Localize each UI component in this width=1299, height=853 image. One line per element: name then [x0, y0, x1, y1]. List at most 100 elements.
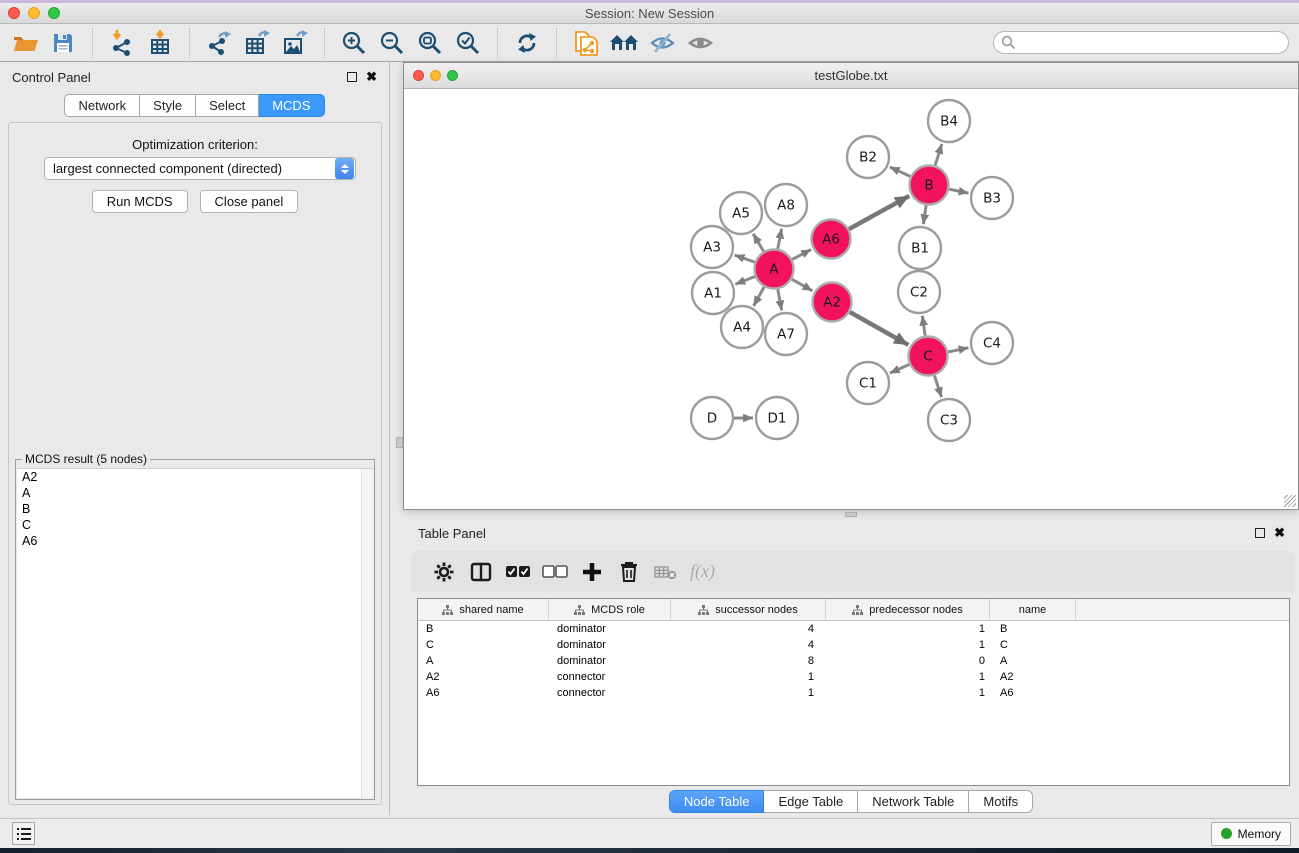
network-window-titlebar[interactable]: testGlobe.txt [404, 63, 1298, 89]
graph-edge-C-C1[interactable] [890, 364, 909, 373]
network-window-title: testGlobe.txt [404, 68, 1298, 83]
table-row[interactable]: A6 connector 1 1 A6 [418, 685, 1289, 701]
column-header-name[interactable]: name [990, 599, 1076, 621]
column-header-successor-nodes[interactable]: successor nodes [671, 599, 826, 621]
task-history-list-icon[interactable] [12, 822, 35, 845]
network-traffic-lights [413, 70, 458, 81]
column-header-mcds-role[interactable]: MCDS role [549, 599, 671, 621]
tab-motifs[interactable]: Motifs [969, 790, 1033, 813]
table-row[interactable]: A dominator 8 0 A [418, 653, 1289, 669]
network-graph[interactable]: AA1A2A3A4A5A6A7A8BB1B2B3B4CC1C2C3C4DD1 [405, 90, 1298, 509]
zoom-fit-icon[interactable] [411, 27, 449, 59]
search-input[interactable] [993, 31, 1289, 54]
memory-button[interactable]: Memory [1211, 822, 1291, 846]
scrollbar-track[interactable] [361, 469, 373, 798]
graph-edge-A-A7[interactable] [778, 289, 782, 310]
close-panel-icon[interactable]: ✖ [366, 72, 377, 82]
tab-style[interactable]: Style [140, 94, 196, 117]
graph-edge-C-C4[interactable] [948, 348, 968, 352]
show-eye-icon[interactable] [681, 27, 719, 59]
graph-node-label: B4 [940, 114, 958, 130]
import-table-icon[interactable] [141, 27, 179, 59]
save-icon[interactable] [44, 27, 82, 59]
hide-eye-icon[interactable] [643, 27, 681, 59]
show-column-icon[interactable] [462, 555, 499, 589]
optimization-criterion-label: Optimization criterion: [9, 137, 381, 152]
zoom-out-icon[interactable] [373, 27, 411, 59]
window-resize-grip[interactable] [1284, 495, 1296, 507]
table-row[interactable]: C dominator 4 1 C [418, 637, 1289, 653]
import-network-icon[interactable] [103, 27, 141, 59]
unselect-all-columns-icon[interactable] [536, 555, 573, 589]
table-row[interactable]: A2 connector 1 1 A2 [418, 669, 1289, 685]
column-header-predecessor-nodes[interactable]: predecessor nodes [826, 599, 990, 621]
graph-edge-A-A5[interactable] [753, 234, 763, 252]
zoom-in-icon[interactable] [335, 27, 373, 59]
export-image-icon[interactable] [276, 27, 314, 59]
desktop-scrollbar-thumb-vertical[interactable] [396, 437, 403, 448]
tab-network-table[interactable]: Network Table [858, 790, 969, 813]
close-panel-button[interactable]: Close panel [200, 190, 299, 213]
mcds-result-list[interactable]: A2 A B C A6 [17, 468, 373, 798]
graph-edge-B-B1[interactable] [923, 205, 926, 224]
tab-network[interactable]: Network [64, 94, 140, 117]
hierarchy-icon [574, 605, 585, 615]
mcds-panel: Optimization criterion: largest connecte… [8, 122, 382, 805]
graph-node-label: A4 [733, 320, 751, 336]
desktop-scrollbar-thumb-horizontal[interactable] [845, 512, 857, 517]
tab-mcds[interactable]: MCDS [259, 94, 324, 117]
table-settings-gear-icon[interactable] [425, 555, 462, 589]
refresh-icon[interactable] [508, 27, 546, 59]
graph-edge-C-C2[interactable] [922, 316, 925, 336]
float-panel-icon[interactable] [347, 72, 357, 82]
search-icon [1001, 35, 1016, 50]
network-canvas[interactable]: AA1A2A3A4A5A6A7A8BB1B2B3B4CC1C2C3C4DD1 [405, 90, 1298, 509]
run-mcds-button[interactable]: Run MCDS [92, 190, 188, 213]
list-item[interactable]: A6 [17, 533, 373, 549]
memory-status-icon [1221, 828, 1232, 839]
zoom-selected-icon[interactable] [449, 27, 487, 59]
optimization-dropdown[interactable]: largest connected component (directed) [44, 157, 356, 180]
graph-node-label: D1 [768, 411, 787, 427]
main-toolbar [0, 24, 1299, 62]
list-item[interactable]: B [17, 501, 373, 517]
graph-edge-B-B2[interactable] [890, 167, 911, 176]
delete-table-icon[interactable] [647, 555, 684, 589]
graph-edge-A-A2[interactable] [792, 279, 813, 291]
create-column-icon[interactable] [573, 555, 610, 589]
graph-edge-A-A8[interactable] [778, 229, 782, 249]
graph-edge-A-A1[interactable] [735, 277, 755, 285]
function-builder-icon[interactable]: f(x) [690, 561, 715, 582]
export-network-icon[interactable] [200, 27, 238, 59]
list-item[interactable]: A [17, 485, 373, 501]
tab-select[interactable]: Select [196, 94, 259, 117]
graph-edge-A2-C[interactable] [850, 312, 909, 345]
delete-column-icon[interactable] [610, 555, 647, 589]
tab-edge-table[interactable]: Edge Table [764, 790, 858, 813]
column-header-shared-name[interactable]: shared name [418, 599, 549, 621]
list-item[interactable]: A2 [17, 469, 373, 485]
export-table-icon[interactable] [238, 27, 276, 59]
graph-edge-A-A4[interactable] [754, 287, 765, 306]
close-table-panel-icon[interactable]: ✖ [1274, 528, 1285, 538]
table-toolbar: f(x) [411, 551, 1295, 592]
tab-node-table[interactable]: Node Table [669, 790, 765, 813]
graph-edge-B-B3[interactable] [949, 189, 968, 193]
minimize-network-button[interactable] [430, 70, 441, 81]
graph-edge-A-A3[interactable] [735, 255, 755, 262]
graph-edge-C-C3[interactable] [934, 375, 941, 397]
select-all-columns-icon[interactable] [499, 555, 536, 589]
list-item[interactable]: C [17, 517, 373, 533]
graph-edge-B-B4[interactable] [935, 144, 942, 166]
zoom-network-button[interactable] [447, 70, 458, 81]
close-network-button[interactable] [413, 70, 424, 81]
network-file-icon[interactable] [567, 27, 605, 59]
graph-node-label: C3 [940, 413, 958, 429]
graph-edge-A6-B[interactable] [849, 196, 909, 229]
graph-node-label: B3 [983, 191, 1001, 207]
open-folder-icon[interactable] [6, 27, 44, 59]
home-views-icon[interactable] [605, 27, 643, 59]
table-row[interactable]: B dominator 4 1 B [418, 621, 1289, 637]
graph-edge-A-A6[interactable] [792, 249, 811, 259]
float-table-panel-icon[interactable] [1255, 528, 1265, 538]
